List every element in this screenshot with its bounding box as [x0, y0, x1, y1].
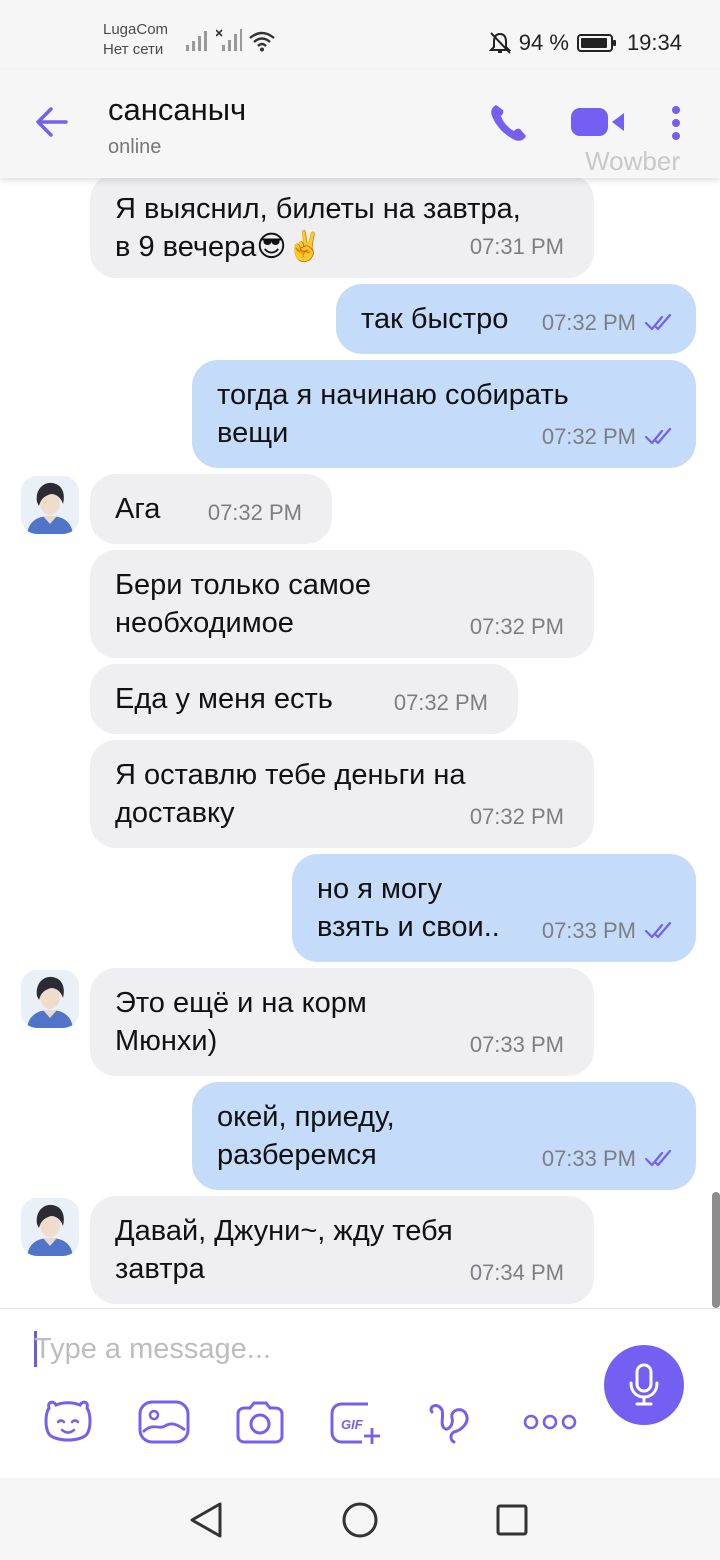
message-input[interactable] [34, 1327, 554, 1371]
signal-no-sim-icon [216, 29, 242, 51]
video-camera-icon[interactable] [571, 108, 627, 138]
microphone-icon [629, 1363, 659, 1406]
message-meta: 07:32 PM [208, 494, 302, 532]
incoming-message[interactable]: Я выяснил, билеты на завтра, в 9 вечера😎… [90, 178, 594, 278]
battery-percent: 94 % [518, 30, 569, 55]
muted-bell-icon [488, 32, 511, 54]
signal-icon [186, 31, 207, 51]
wifi-icon [249, 31, 275, 52]
avatar-image [21, 1198, 79, 1256]
message-time: 07:32 PM [207, 500, 302, 525]
message-time: 07:34 PM [469, 1260, 564, 1285]
sticker-icon [44, 1400, 92, 1442]
incoming-message[interactable]: Ага 07:32 PM [90, 474, 332, 544]
avatar[interactable] [21, 970, 79, 1028]
camera-button[interactable] [232, 1397, 288, 1447]
record-voice-button[interactable] [604, 1345, 684, 1425]
back-arrow-icon[interactable] [34, 104, 70, 140]
message-meta: 07:32 PM [542, 418, 676, 456]
contact-status: online [108, 136, 162, 158]
nav-home-icon[interactable] [341, 1500, 379, 1540]
network-status: Нет сети [103, 41, 164, 58]
clock: 19:34 [626, 30, 682, 55]
nav-recents-icon[interactable] [495, 1500, 529, 1540]
carrier-info: LugaCom Нет сети [103, 20, 168, 60]
message-time: 07:32 PM [541, 424, 636, 449]
scrollbar[interactable] [712, 1192, 720, 1308]
composer: GIF [0, 1308, 720, 1479]
avatar-image [21, 970, 79, 1028]
read-receipt-icon [644, 314, 672, 331]
message-meta: 07:32 PM [394, 684, 488, 722]
avatar[interactable] [21, 1198, 79, 1256]
doodle-icon [429, 1404, 469, 1444]
status-right: 94 % 19:34 [488, 28, 682, 58]
battery-icon [576, 34, 616, 52]
doodle-button[interactable] [424, 1397, 480, 1447]
read-receipt-icon [644, 428, 672, 445]
message-time: 07:32 PM [469, 614, 564, 639]
incoming-message[interactable]: Еда у меня есть 07:32 PM [90, 664, 518, 734]
read-receipt-icon [644, 922, 672, 939]
outgoing-message[interactable]: так быстро 07:32 PM [336, 284, 696, 354]
read-receipt-icon [644, 1150, 672, 1167]
outgoing-message[interactable]: тогда я начинаю собирать вещи 07:32 PM [192, 360, 696, 468]
outgoing-message[interactable]: но я могу взять и свои.. 07:33 PM [292, 854, 696, 962]
message-meta: 07:32 PM [470, 798, 564, 836]
chat-header: сансаныч online Wowber [0, 70, 720, 178]
message-time: 07:31 PM [469, 234, 564, 259]
more-vertical-icon[interactable] [670, 104, 682, 144]
message-time: 07:33 PM [469, 1032, 564, 1057]
message-meta: 07:32 PM [542, 304, 676, 342]
message-meta: 07:33 PM [470, 1026, 564, 1064]
phone-icon[interactable] [488, 102, 528, 144]
gif-button[interactable]: GIF [328, 1397, 384, 1447]
message-meta: 07:31 PM [470, 228, 564, 266]
gif-icon: GIF [330, 1402, 380, 1444]
message-time: 07:32 PM [541, 310, 636, 335]
outgoing-message[interactable]: окей, приеду, разберемся 07:33 PM [192, 1082, 696, 1190]
nav-back-icon[interactable] [188, 1500, 224, 1540]
gallery-button[interactable] [136, 1397, 192, 1447]
system-navigation-bar [0, 1478, 720, 1560]
message-time: 07:33 PM [541, 1146, 636, 1171]
message-time: 07:32 PM [393, 690, 488, 715]
incoming-message[interactable]: Бери только самое необходимое 07:32 PM [90, 550, 594, 658]
avatar[interactable] [21, 476, 79, 534]
message-meta: 07:32 PM [470, 608, 564, 646]
message-time: 07:32 PM [469, 804, 564, 829]
more-options-button[interactable] [522, 1397, 578, 1447]
status-bar: LugaCom Нет сети 94 % 19:34 [0, 0, 720, 70]
contact-name[interactable]: сансаныч [108, 92, 246, 128]
carrier-name: LugaCom [103, 21, 169, 38]
incoming-message[interactable]: Это ещё и на корм Мюнхи) 07:33 PM [90, 968, 594, 1076]
camera-icon [236, 1401, 284, 1444]
message-meta: 07:33 PM [542, 912, 676, 950]
svg-text:GIF: GIF [341, 1417, 364, 1432]
incoming-message[interactable]: Я оставлю тебе деньги на доставку 07:32 P… [90, 740, 594, 848]
message-time: 07:33 PM [541, 918, 636, 943]
watermark: Wowber [585, 146, 680, 176]
gallery-icon [138, 1400, 190, 1444]
more-horizontal-icon [523, 1414, 577, 1430]
message-meta: 07:34 PM [470, 1254, 564, 1292]
sticker-button[interactable] [40, 1397, 96, 1447]
message-list[interactable]: Я выяснил, билеты на завтра, в 9 вечера😎… [0, 178, 720, 1308]
incoming-message[interactable]: Давай, Джуни~, жду тебя завтра 07:34 PM [90, 1196, 594, 1304]
avatar-image [21, 476, 79, 534]
message-meta: 07:33 PM [542, 1140, 676, 1178]
